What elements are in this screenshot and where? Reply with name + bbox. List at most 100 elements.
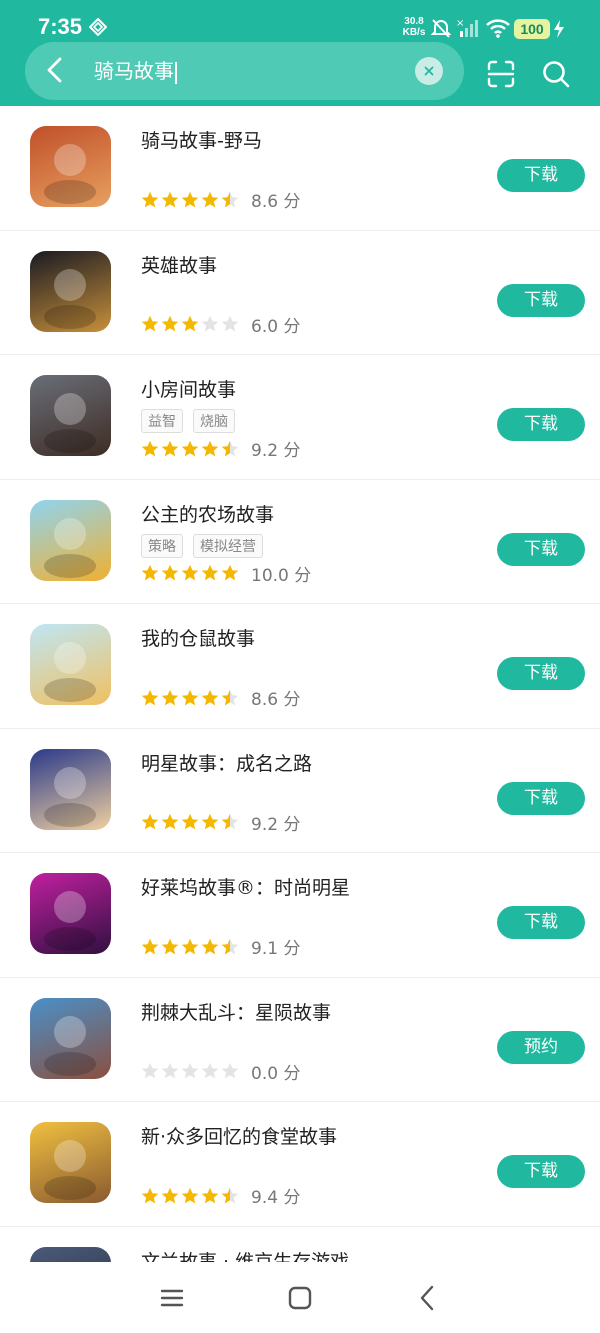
home-icon[interactable]: [286, 1284, 314, 1312]
tag: 策略: [141, 533, 183, 558]
rating-score: 6.0 分: [251, 316, 301, 337]
tag: 烧脑: [193, 409, 235, 433]
canteen-icon[interactable]: [30, 1122, 111, 1203]
star-filled-icon: [161, 689, 179, 705]
download-button[interactable]: 下载: [497, 408, 585, 441]
star-filled-icon: [181, 564, 199, 581]
star-filled-icon: [181, 315, 199, 332]
star-rating: [141, 440, 239, 458]
viking-game-icon[interactable]: [30, 1246, 111, 1262]
pixel-princess-icon[interactable]: [30, 499, 111, 581]
star-rating: [141, 564, 239, 582]
list-item[interactable]: 公主的农场故事 策略 模拟经营 10.0 分 下载: [0, 480, 600, 604]
rating-score: 0.0 分: [251, 1063, 301, 1084]
star-empty-icon: [221, 1062, 239, 1079]
svg-text:×: ×: [456, 18, 464, 29]
star-half-icon: [221, 813, 239, 830]
rating: 6.0 分: [141, 312, 300, 337]
list-item[interactable]: 好莱坞故事®：时尚明星 9.1 分 下载: [0, 853, 600, 978]
star-rating: [141, 813, 239, 831]
system-nav-bar: [0, 1262, 600, 1333]
star-rating: [141, 1062, 239, 1080]
rating-score: 9.1 分: [251, 939, 301, 959]
star-rating: [141, 1187, 239, 1205]
star-filled-icon: [161, 938, 179, 954]
makeup-icon[interactable]: [30, 873, 111, 954]
star-filled-icon: [161, 564, 179, 581]
search-bar[interactable]: [25, 42, 464, 100]
rating: 9.1 分: [141, 934, 300, 959]
star-filled-icon: [181, 191, 199, 207]
rating: 9.4 分: [141, 1183, 300, 1208]
list-item[interactable]: 明星故事：成名之路 9.2 分 下载: [0, 729, 600, 853]
status-time: 7:35: [38, 14, 83, 39]
app-name: 荆棘大乱斗：星陨故事: [141, 1001, 332, 1024]
download-button[interactable]: 下载: [497, 532, 585, 566]
star-empty-icon: [181, 1062, 199, 1079]
app-name: 好莱坞故事®：时尚明星: [141, 877, 351, 899]
net-speed: 30.8 KB/s: [402, 16, 426, 38]
rating: 9.2 分: [141, 810, 300, 835]
rating: 8.6 分: [141, 187, 300, 212]
app-name: 明星故事：成名之路: [141, 752, 313, 775]
menu-icon[interactable]: [158, 1284, 186, 1312]
rating-score: 9.2 分: [251, 814, 301, 835]
download-button[interactable]: 下载: [497, 1155, 585, 1188]
star-empty-icon: [161, 1062, 179, 1079]
star-filled-icon: [181, 689, 199, 705]
wifi-icon: [486, 19, 510, 38]
back-arrow-icon[interactable]: [40, 55, 70, 85]
app-notification-icon: [89, 18, 107, 36]
star-filled-icon: [141, 689, 159, 705]
list-item[interactable]: 我的仓鼠故事 8.6 分 下载: [0, 604, 600, 729]
star-filled-icon: [201, 1187, 219, 1203]
list-item[interactable]: 文兰故事 · 维京生存游戏: [0, 1227, 600, 1263]
signal-icon: ×: [456, 18, 478, 37]
star-filled-icon: [141, 191, 159, 207]
top-app-bar: 7:35 30.8 KB/s × 100 骑马故事: [0, 0, 600, 106]
star-filled-icon: [181, 938, 199, 954]
star-girl-icon[interactable]: [30, 748, 111, 830]
star-filled-icon: [181, 1187, 199, 1203]
reserve-button[interactable]: 预约: [497, 1030, 585, 1064]
star-filled-icon: [201, 689, 219, 705]
list-item[interactable]: 英雄故事 6.0 分 下载: [0, 231, 600, 355]
download-button[interactable]: 下载: [497, 283, 585, 317]
list-item[interactable]: 荆棘大乱斗：星陨故事 0.0 分 预约: [0, 978, 600, 1102]
tag: 模拟经营: [193, 533, 263, 558]
list-item[interactable]: 小房间故事 益智 烧脑 9.2 分 下载: [0, 355, 600, 480]
star-rating: [141, 689, 239, 707]
list-item[interactable]: 新·众多回忆的食堂故事 9.4 分 下载: [0, 1102, 600, 1227]
download-button[interactable]: 下载: [497, 906, 585, 939]
rating-score: 9.4 分: [251, 1188, 301, 1208]
fist-emblem-icon[interactable]: [30, 250, 111, 332]
download-button[interactable]: 下载: [497, 159, 585, 192]
star-filled-icon: [201, 938, 219, 954]
download-button[interactable]: 下载: [497, 657, 585, 690]
star-filled-icon: [181, 813, 199, 830]
rating-score: 8.6 分: [251, 690, 301, 710]
search-input[interactable]: 骑马故事: [94, 58, 177, 84]
download-button[interactable]: 下载: [497, 781, 585, 815]
hamster-icon[interactable]: [30, 624, 111, 705]
star-rating: [141, 938, 239, 956]
rating-score: 9.2 分: [251, 441, 301, 461]
star-filled-icon: [201, 191, 219, 207]
horse-riding-icon[interactable]: [30, 126, 111, 207]
tag-list: 益智 烧脑: [141, 409, 235, 433]
app-name: 文兰故事 · 维京生存游戏: [141, 1250, 350, 1263]
app-name: 英雄故事: [141, 254, 218, 277]
text-cursor: [175, 61, 177, 84]
back-icon[interactable]: [414, 1284, 442, 1312]
scan-icon[interactable]: [486, 59, 516, 89]
star-filled-icon: [141, 813, 159, 830]
room-icon[interactable]: [30, 375, 111, 456]
charging-icon: [554, 20, 564, 38]
list-item[interactable]: 骑马故事-野马 8.6 分 下载: [0, 106, 600, 231]
monster-icon[interactable]: [30, 997, 111, 1079]
search-icon[interactable]: [541, 59, 571, 89]
search-results-list: 骑马故事-野马 8.6 分下载 英雄故事 6.0 分下载 小房间故事 益智 烧脑 9.2 分下…: [0, 106, 600, 1262]
clear-icon[interactable]: [415, 57, 443, 85]
star-filled-icon: [161, 440, 179, 456]
tag: 益智: [141, 409, 183, 433]
